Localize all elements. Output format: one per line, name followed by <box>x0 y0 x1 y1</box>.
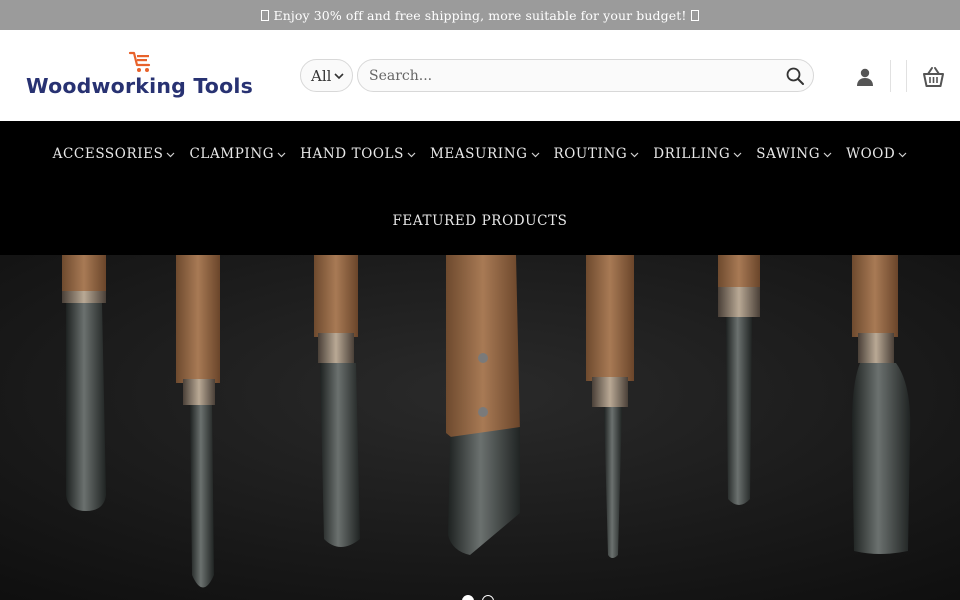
search-box <box>357 59 814 92</box>
nav-item-routing[interactable]: ROUTING <box>554 146 640 162</box>
gift-icon <box>691 9 700 21</box>
site-logo[interactable]: Woodworking Tools <box>24 50 264 106</box>
basket-icon[interactable] <box>921 65 946 89</box>
site-header: Woodworking Tools All <box>0 30 960 121</box>
category-select[interactable]: All <box>300 59 353 92</box>
chevron-down-icon <box>167 152 175 157</box>
nav-item-accessories[interactable]: ACCESSORIES <box>53 146 176 162</box>
chevron-down-icon <box>898 152 907 157</box>
gift-icon <box>260 9 269 21</box>
announcement-bar: Enjoy 30% off and free shipping, more su… <box>0 0 960 30</box>
user-icon[interactable] <box>855 67 875 87</box>
header-divider <box>906 60 907 92</box>
header-divider <box>890 60 891 92</box>
nav-item-label: ROUTING <box>553 146 628 162</box>
slider-dot[interactable] <box>462 595 474 600</box>
chevron-down-icon <box>334 73 344 80</box>
chevron-down-icon <box>407 152 416 157</box>
hero-image-carving-chisels <box>0 255 960 600</box>
chevron-down-icon <box>277 152 286 157</box>
logo-text: Woodworking Tools <box>26 74 253 98</box>
nav-item-label: HAND TOOLS <box>300 146 404 162</box>
nav-item-label: DRILLING <box>653 146 731 162</box>
nav-item-featured-products[interactable]: FEATURED PRODUCTS <box>392 213 567 229</box>
nav-item-measuring[interactable]: MEASURING <box>430 146 540 162</box>
chevron-down-icon <box>823 152 832 157</box>
chevron-down-icon <box>630 152 639 157</box>
hero-slider[interactable] <box>0 255 960 600</box>
nav-item-label: SAWING <box>756 146 821 162</box>
nav-item-label: FEATURED PRODUCTS <box>392 213 568 229</box>
nav-row-secondary: FEATURED PRODUCTS <box>0 210 960 232</box>
search-icon[interactable] <box>785 66 805 86</box>
nav-item-label: ACCESSORIES <box>52 146 164 162</box>
announcement-text: Enjoy 30% off and free shipping, more su… <box>273 7 687 23</box>
nav-item-sawing[interactable]: SAWING <box>756 146 832 162</box>
main-nav: ACCESSORIES CLAMPING HAND TOOLS MEASURIN… <box>0 121 960 255</box>
nav-item-wood[interactable]: WOOD <box>846 146 907 162</box>
chevron-down-icon <box>733 152 742 157</box>
slider-dot[interactable] <box>482 595 494 600</box>
nav-item-clamping[interactable]: CLAMPING <box>189 146 286 162</box>
nav-item-label: CLAMPING <box>189 146 275 162</box>
category-select-value: All <box>311 66 332 85</box>
nav-item-label: MEASURING <box>429 146 528 162</box>
chevron-down-icon <box>531 152 539 157</box>
nav-item-drilling[interactable]: DRILLING <box>653 146 742 162</box>
nav-item-hand-tools[interactable]: HAND TOOLS <box>300 146 416 162</box>
nav-row-primary: ACCESSORIES CLAMPING HAND TOOLS MEASURIN… <box>0 143 960 165</box>
search-input[interactable] <box>358 60 758 91</box>
slider-pagination <box>462 595 494 600</box>
nav-item-label: WOOD <box>846 146 896 162</box>
cart-logo-icon <box>128 51 151 72</box>
